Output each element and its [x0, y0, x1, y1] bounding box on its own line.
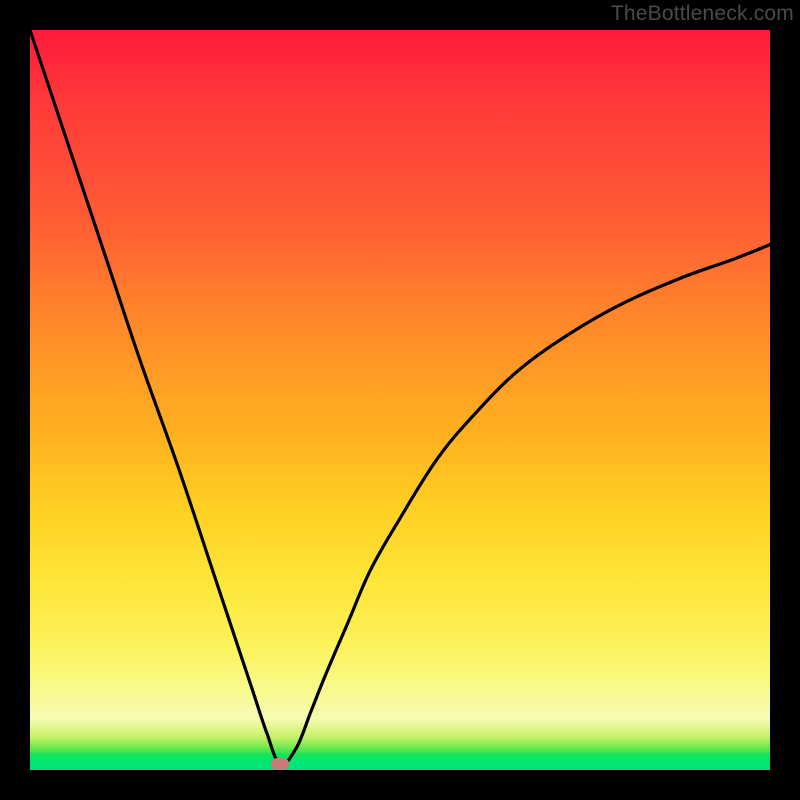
minimum-marker [271, 758, 289, 770]
bottleneck-curve [30, 30, 770, 765]
curve-svg [30, 30, 770, 770]
plot-area [30, 30, 770, 770]
chart-container: TheBottleneck.com [0, 0, 800, 800]
watermark-text: TheBottleneck.com [611, 2, 794, 26]
